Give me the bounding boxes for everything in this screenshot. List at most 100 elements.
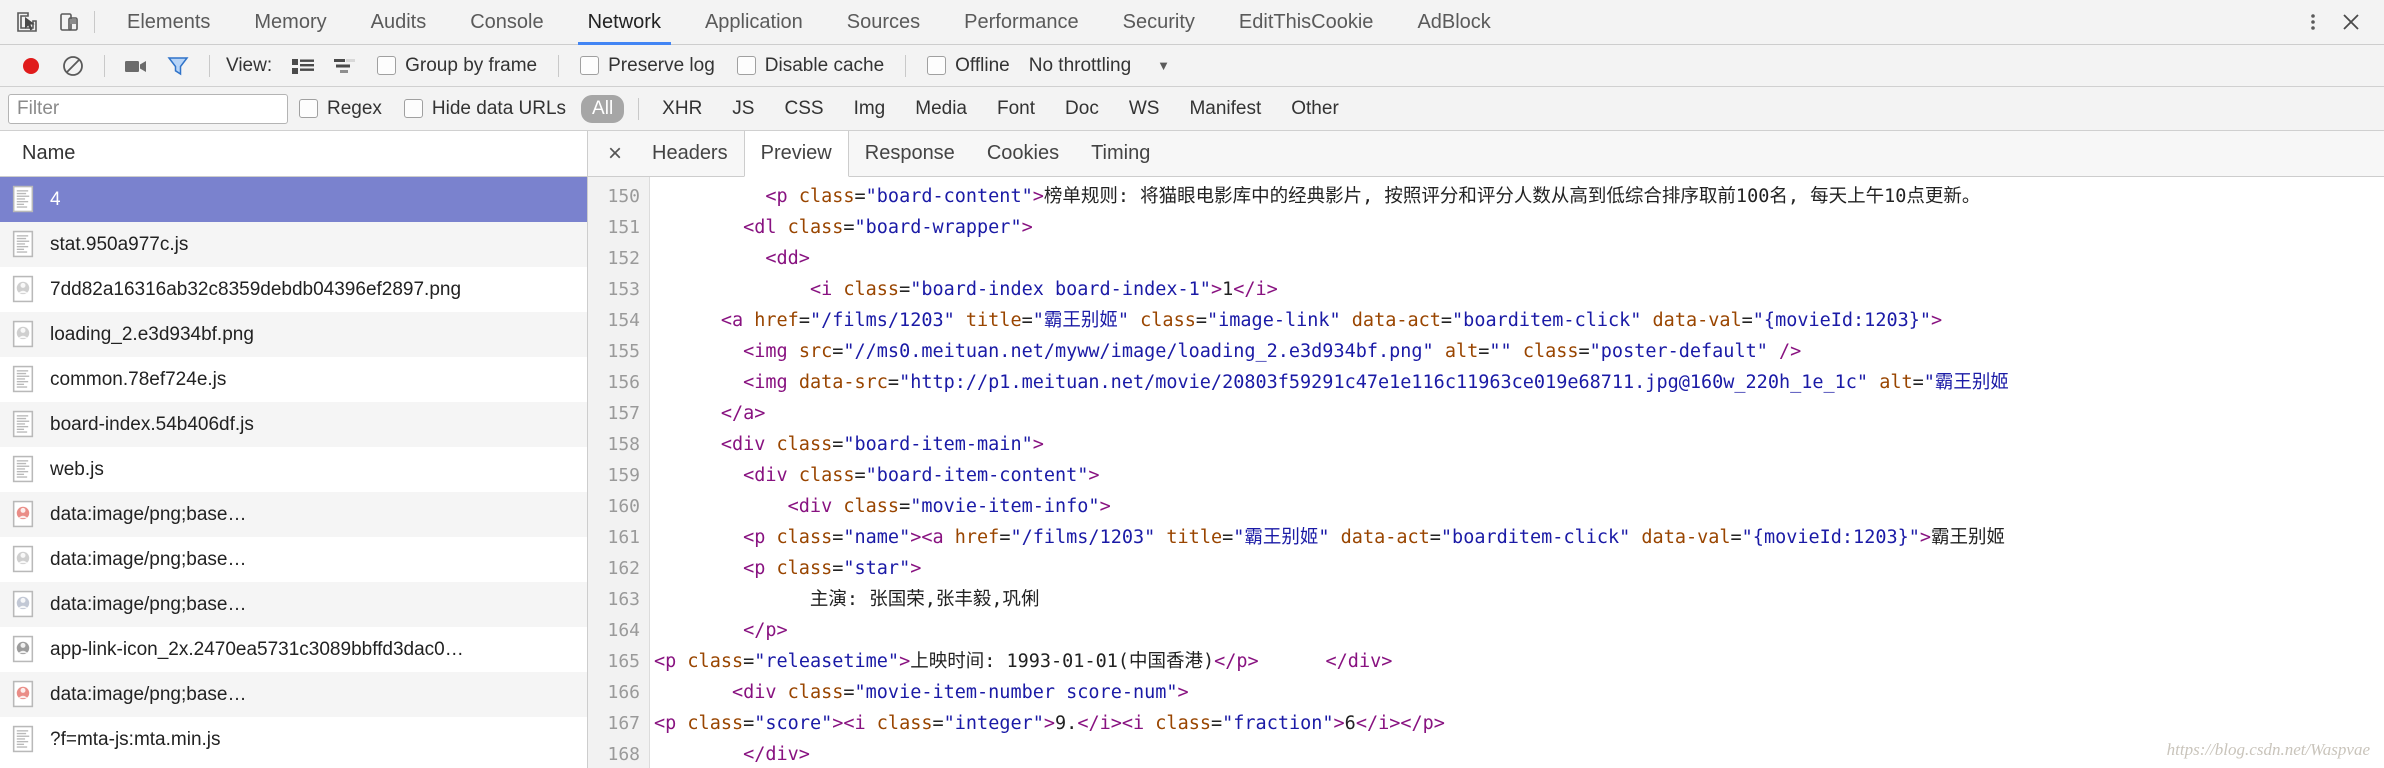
source-code-viewer[interactable]: 150 151 152 153 154 155 156 157 158 159 160 161 162 1… — [588, 177, 2384, 768]
tab-editthiscookie[interactable]: EditThisCookie — [1217, 0, 1396, 44]
hide-data-urls-label: Hide data URLs — [431, 97, 567, 119]
request-row[interactable]: ?f=mta-js:mta.min.js — [0, 717, 587, 762]
request-row[interactable]: stat.950a977c.js — [0, 222, 587, 267]
checkbox-box — [403, 99, 423, 118]
main-split: Name 4 stat.950a977c.js 7dd82a16316ab32c83… — [0, 131, 2384, 768]
request-row[interactable]: data:image/png;base… — [0, 492, 587, 537]
filter-input[interactable] — [8, 93, 288, 124]
filter-type-ws[interactable]: WS — [1118, 95, 1171, 123]
filter-type-media[interactable]: Media — [904, 95, 978, 123]
filter-type-all[interactable]: All — [581, 94, 625, 123]
filter-type-doc[interactable]: Doc — [1054, 95, 1110, 123]
line-number: 156 — [607, 372, 640, 393]
funnel-filter-icon[interactable] — [157, 47, 199, 85]
tab-memory[interactable]: Memory — [232, 0, 348, 44]
request-name: common.78ef724e.js — [50, 368, 227, 390]
tab-network[interactable]: Network — [566, 0, 683, 45]
camera-icon[interactable] — [115, 47, 157, 85]
regex-checkbox[interactable]: Regex — [299, 98, 382, 120]
request-row[interactable]: 4 — [0, 177, 587, 222]
code-line: <div class="board-item-content"> — [743, 465, 1100, 486]
tab-label: Memory — [254, 10, 327, 33]
line-number-gutter: 150 151 152 153 154 155 156 157 158 159 160 161 162 1… — [588, 177, 650, 768]
hide-data-urls-checkbox[interactable]: Hide data URLs — [403, 97, 567, 120]
line-number: 151 — [607, 217, 640, 238]
waterfall-view-icon[interactable] — [324, 47, 366, 85]
code-line: <div class="movie-item-info"> — [787, 496, 1111, 517]
vertical-dots-menu-icon[interactable] — [2296, 5, 2330, 39]
group-by-frame-checkbox[interactable]: Group by frame — [377, 55, 537, 77]
tab-sources[interactable]: Sources — [825, 0, 942, 44]
tab-application[interactable]: Application — [683, 0, 825, 44]
image-icon — [10, 320, 36, 350]
request-name: 7dd82a16316ab32c8359debdb04396ef2897.png — [50, 278, 462, 300]
request-row[interactable]: 7dd82a16316ab32c8359debdb04396ef2897.png — [0, 267, 587, 312]
request-row[interactable]: web.js — [0, 447, 587, 492]
disable-cache-label: Disable cache — [764, 54, 885, 76]
tab-security[interactable]: Security — [1101, 0, 1217, 44]
line-number: 165 — [607, 651, 640, 672]
tab-response[interactable]: Response — [849, 131, 971, 176]
request-row[interactable]: data:image/png;base… — [0, 672, 587, 717]
line-number: 154 — [607, 310, 640, 331]
request-name: data:image/png;base… — [50, 593, 247, 615]
request-list-header[interactable]: Name — [0, 131, 587, 177]
close-icon[interactable] — [2334, 5, 2368, 39]
inspect-element-icon[interactable] — [14, 9, 40, 35]
tab-cookies[interactable]: Cookies — [971, 131, 1075, 176]
request-row[interactable]: board-index.54b406df.js — [0, 402, 587, 447]
code-line: <p class="name"><a href="/films/1203" ti… — [743, 527, 2006, 548]
code-content[interactable]: <p class="board-content">榜单规则: 将猫眼电影库中的经… — [650, 177, 2384, 768]
request-row[interactable]: app-link-icon_2x.2470ea5731c3089bbffd3da… — [0, 627, 587, 672]
tab-audits[interactable]: Audits — [349, 0, 449, 44]
code-line: <p class="score"><i class="integer">9.</… — [654, 713, 1445, 734]
request-row[interactable]: common.78ef724e.js — [0, 357, 587, 402]
image-blue-icon — [10, 590, 36, 620]
tab-bar-left-icons — [0, 0, 88, 44]
tab-label: Application — [704, 10, 803, 33]
code-line: <p class="releasetime">上映时间: 1993-01-01(… — [654, 651, 1393, 672]
tab-console[interactable]: Console — [448, 0, 565, 44]
list-view-icon[interactable] — [282, 47, 324, 85]
tab-elements[interactable]: Elements — [105, 0, 232, 44]
filter-type-js[interactable]: JS — [721, 95, 765, 123]
request-row[interactable]: data:image/png;base… — [0, 537, 587, 582]
filter-type-font[interactable]: Font — [986, 95, 1046, 123]
filter-type-other[interactable]: Other — [1280, 95, 1350, 123]
code-line: </a> — [720, 403, 766, 424]
code-line: <div class="movie-item-number score-num"… — [731, 682, 1189, 703]
request-row[interactable]: loading_2.e3d934bf.png — [0, 312, 587, 357]
code-line: <i class="board-index board-index-1">1</… — [809, 279, 1278, 300]
filter-type-xhr[interactable]: XHR — [651, 95, 713, 123]
tab-label: Audits — [370, 10, 427, 33]
tab-headers[interactable]: Headers — [636, 131, 744, 176]
tab-timing[interactable]: Timing — [1075, 131, 1166, 176]
tab-label: Console — [470, 10, 544, 33]
clear-icon[interactable] — [52, 47, 94, 85]
device-toolbar-icon[interactable] — [56, 9, 82, 35]
filter-type-manifest[interactable]: Manifest — [1178, 95, 1272, 123]
request-name: data:image/png;base… — [50, 683, 247, 705]
filter-type-css[interactable]: CSS — [773, 95, 834, 123]
devtools-window: Elements Memory Audits Console Network A… — [0, 0, 2384, 768]
tab-adblock[interactable]: AdBlock — [1395, 0, 1512, 44]
tab-performance[interactable]: Performance — [942, 0, 1101, 44]
close-detail-icon[interactable]: × — [594, 131, 636, 176]
group-by-frame-label: Group by frame — [405, 54, 538, 76]
code-line: <p class="board-content">榜单规则: 将猫眼电影库中的经… — [765, 186, 1981, 207]
chevron-down-icon[interactable]: ▼ — [1157, 58, 1170, 73]
filter-bar: Regex Hide data URLs All XHR JS CSS Img … — [0, 87, 2384, 131]
disable-cache-checkbox[interactable]: Disable cache — [736, 54, 885, 77]
image-red-icon — [10, 680, 36, 710]
offline-checkbox[interactable]: Offline — [927, 55, 1010, 77]
filter-type-img[interactable]: Img — [843, 95, 897, 123]
request-row[interactable]: data:image/png;base… — [0, 582, 587, 627]
request-name: data:image/png;base… — [50, 503, 247, 525]
image-red-icon — [10, 500, 36, 530]
throttling-select[interactable]: No throttling — [1029, 55, 1131, 77]
preserve-log-checkbox[interactable]: Preserve log — [580, 55, 715, 77]
tab-preview[interactable]: Preview — [743, 131, 849, 177]
checkbox-box — [377, 56, 397, 75]
request-list[interactable]: 4 stat.950a977c.js 7dd82a16316ab32c8359deb… — [0, 177, 587, 768]
record-stop-icon[interactable] — [10, 47, 52, 85]
